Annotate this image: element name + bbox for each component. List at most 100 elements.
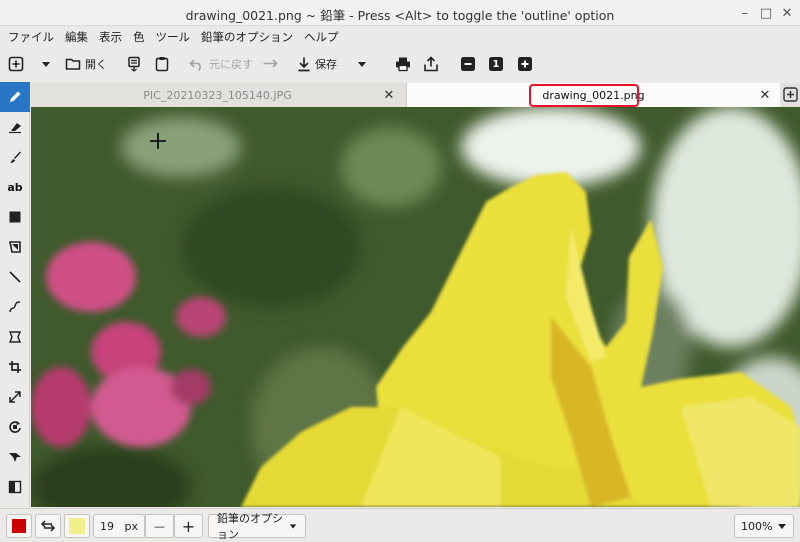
menu-tools[interactable]: ツール <box>153 29 199 45</box>
secondary-color-button[interactable] <box>64 514 90 538</box>
tool-selection[interactable] <box>0 322 30 352</box>
tab-label: PIC_20210323_105140.JPG <box>143 88 292 102</box>
pencil-icon <box>10 91 21 102</box>
tool-options-label: 鉛筆のオプション <box>217 512 283 541</box>
menu-color[interactable]: 色 <box>130 29 153 45</box>
save-button[interactable]: 保存 <box>297 52 337 76</box>
tool-skew[interactable] <box>0 442 30 472</box>
tab-bar: PIC_20210323_105140.JPG ✕ drawing_0021.p… <box>31 83 800 107</box>
brush-icon <box>10 151 21 163</box>
tab-pic-jpg[interactable]: PIC_20210323_105140.JPG <box>31 83 404 107</box>
plus-square-icon <box>518 57 532 71</box>
size-decrease-button[interactable]: — <box>145 514 174 538</box>
size-unit: px <box>124 519 139 533</box>
menu-bar: ファイル 編集 表示 色 ツール 鉛筆のオプション ヘルプ <box>0 27 800 47</box>
plus-icon: + <box>181 516 196 536</box>
size-spinbutton[interactable]: 19 px <box>93 514 145 538</box>
zoom-in-button[interactable] <box>518 52 532 76</box>
chevron-down-icon <box>42 62 50 67</box>
tool-rectangle[interactable] <box>0 202 30 232</box>
scale-icon <box>9 391 21 403</box>
new-image-icon <box>8 56 24 72</box>
clipboard-icon <box>155 57 169 72</box>
active-tab-highlight <box>529 84 639 107</box>
new-image-button[interactable] <box>8 52 24 76</box>
open-button[interactable]: 開く <box>65 52 107 76</box>
download-icon <box>298 57 310 72</box>
crop-icon <box>9 361 21 373</box>
save-menu-dropdown[interactable] <box>356 52 368 76</box>
size-increase-button[interactable]: + <box>174 514 203 538</box>
tool-brush[interactable] <box>0 142 30 172</box>
plus-square-icon <box>783 87 798 102</box>
tool-filters[interactable] <box>0 472 30 502</box>
new-tab-button[interactable] <box>783 87 798 102</box>
swap-colors-button[interactable] <box>35 514 61 538</box>
paste-button[interactable] <box>155 52 169 76</box>
save-label: 保存 <box>315 58 337 71</box>
close-tab-icon[interactable]: ✕ <box>757 87 773 103</box>
minimize-icon[interactable]: – <box>736 4 754 22</box>
close-window-icon[interactable]: ✕ <box>778 4 796 22</box>
line-icon <box>9 271 21 283</box>
chevron-down-icon <box>778 524 786 529</box>
minus-square-icon <box>461 57 475 71</box>
tool-line[interactable] <box>0 262 30 292</box>
size-value: 19 <box>100 519 114 533</box>
tool-crop[interactable] <box>0 352 30 382</box>
rotate-icon <box>9 421 21 433</box>
toolbar: 開く 元に戻す 保存 1 <box>0 49 800 79</box>
drawing-canvas[interactable] <box>31 107 800 507</box>
export-button[interactable] <box>423 52 439 76</box>
tool-text[interactable]: ab <box>0 172 30 202</box>
filters-icon <box>8 480 22 494</box>
crosshair-cursor-icon <box>150 133 166 149</box>
zoom-value: 100% <box>741 519 773 533</box>
close-tab-icon[interactable]: ✕ <box>381 87 397 103</box>
zoom-reset-button[interactable]: 1 <box>489 52 503 76</box>
copy-button[interactable] <box>127 52 141 76</box>
open-label: 開く <box>85 58 107 71</box>
curve-icon <box>9 301 21 313</box>
bottom-bar: 19 px — + 鉛筆のオプション 100% <box>0 508 800 542</box>
minus-icon: — <box>154 519 165 533</box>
tool-curve[interactable] <box>0 292 30 322</box>
window-title: drawing_0021.png ~ 鉛筆 - Press <Alt> to t… <box>185 8 615 23</box>
eraser-icon <box>9 123 21 134</box>
chevron-down-icon <box>289 524 297 529</box>
menu-help[interactable]: ヘルプ <box>301 29 347 45</box>
maximize-icon[interactable]: □ <box>757 4 775 22</box>
folder-icon <box>65 58 81 70</box>
menu-edit[interactable]: 編集 <box>62 29 96 45</box>
free-shape-icon <box>9 241 21 253</box>
undo-button[interactable]: 元に戻す <box>189 52 253 76</box>
swap-icon <box>41 520 55 532</box>
tool-pencil[interactable] <box>0 82 30 112</box>
print-button[interactable] <box>395 52 411 76</box>
zoom-dropdown[interactable]: 100% <box>734 514 794 538</box>
undo-label: 元に戻す <box>209 58 253 71</box>
redo-icon <box>263 59 278 68</box>
menu-file[interactable]: ファイル <box>5 29 62 45</box>
primary-color-button[interactable] <box>6 514 32 538</box>
primary-color-swatch <box>12 519 26 533</box>
tool-eraser[interactable] <box>0 112 30 142</box>
text-icon: ab <box>7 180 23 194</box>
tool-rotate[interactable] <box>0 412 30 442</box>
title-bar: drawing_0021.png ~ 鉛筆 - Press <Alt> to t… <box>0 0 800 26</box>
zoom-out-button[interactable] <box>461 52 475 76</box>
undo-icon <box>189 59 201 71</box>
new-menu-dropdown[interactable] <box>40 52 52 76</box>
redo-button[interactable] <box>262 52 278 76</box>
menu-pencil-options[interactable]: 鉛筆のオプション <box>198 29 301 45</box>
chevron-down-icon <box>358 62 366 67</box>
secondary-color-swatch <box>69 518 85 534</box>
copy-icon <box>128 56 140 72</box>
tool-scale[interactable] <box>0 382 30 412</box>
menu-view[interactable]: 表示 <box>96 29 130 45</box>
tool-options-dropdown[interactable]: 鉛筆のオプション <box>208 512 306 541</box>
zoom-one-icon: 1 <box>489 57 503 71</box>
printer-icon <box>396 57 410 72</box>
tool-free-shape[interactable] <box>0 232 30 262</box>
skew-icon <box>9 453 21 462</box>
